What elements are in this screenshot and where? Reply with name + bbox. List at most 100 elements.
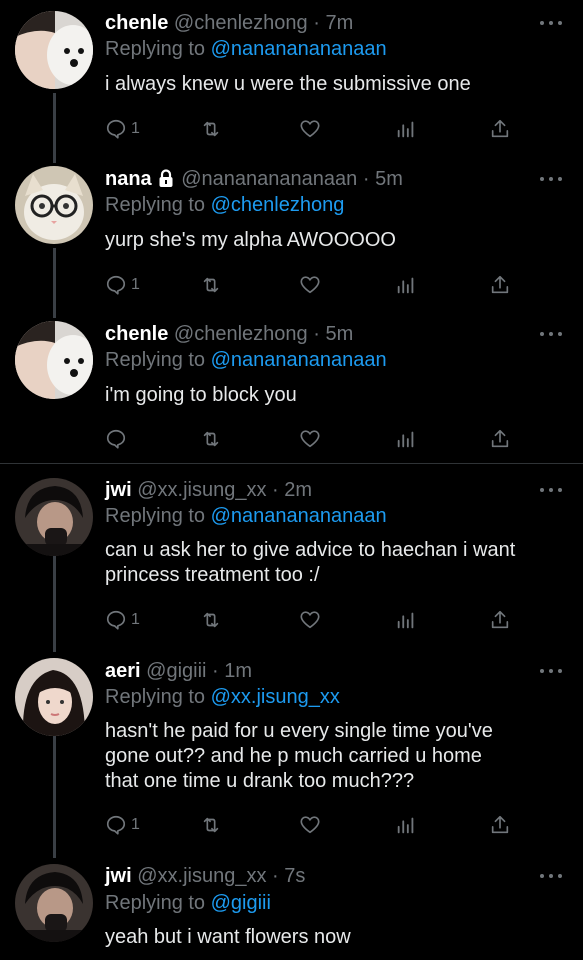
reply-count: 1	[131, 276, 140, 293]
like-button[interactable]	[299, 427, 321, 451]
replying-to: Replying to @nanananananaan	[105, 37, 387, 61]
timestamp[interactable]: 2m	[284, 479, 312, 501]
retweet-button[interactable]	[200, 608, 222, 632]
mention-link[interactable]: @chenlezhong	[211, 194, 345, 216]
tweet-text-line: that one time u drank too much???	[105, 770, 415, 792]
timestamp[interactable]: 7s	[284, 865, 305, 887]
share-button[interactable]	[489, 813, 511, 837]
tweet-text-line: gone out?? and he p much carried u home	[105, 745, 482, 767]
mention-link[interactable]: @nanananananaan	[211, 38, 387, 60]
avatar-white-puppy[interactable]	[15, 11, 93, 89]
avatar-dark-hair-person[interactable]	[15, 478, 93, 556]
retweet-button[interactable]	[200, 117, 222, 141]
more-options-icon[interactable]	[540, 330, 562, 338]
heart-icon	[300, 120, 320, 138]
tweet-header: jwi @xx.jisung_xx · 2m	[105, 478, 312, 502]
divider	[0, 463, 583, 464]
share-button[interactable]	[489, 117, 511, 141]
mention-link[interactable]: @xx.jisung_xx	[211, 686, 340, 708]
like-button[interactable]	[299, 273, 321, 297]
username[interactable]: @chenlezhong	[174, 323, 308, 345]
share-button[interactable]	[489, 608, 511, 632]
separator-dot: ·	[272, 865, 279, 887]
like-button[interactable]	[299, 608, 321, 632]
avatar-cat-with-glasses[interactable]	[15, 166, 93, 244]
reply-button[interactable]: 1	[105, 608, 140, 632]
share-icon	[491, 275, 509, 294]
display-name[interactable]: nana	[105, 168, 152, 190]
like-button[interactable]	[299, 813, 321, 837]
analytics-icon	[397, 817, 414, 834]
display-name[interactable]: aeri	[105, 660, 141, 682]
timestamp[interactable]: 5m	[375, 168, 403, 190]
thread-line	[53, 556, 56, 652]
share-button[interactable]	[489, 427, 511, 451]
timestamp[interactable]: 1m	[224, 660, 252, 682]
mention-link[interactable]: @nanananananaan	[211, 349, 387, 371]
display-name[interactable]: chenle	[105, 12, 168, 34]
replying-to-label: Replying to	[105, 686, 206, 708]
tweet-actions	[105, 427, 515, 451]
reply-button[interactable]: 1	[105, 117, 140, 141]
username[interactable]: @xx.jisung_xx	[137, 479, 266, 501]
heart-icon	[300, 430, 320, 448]
separator-dot: ·	[313, 12, 320, 34]
reply-button[interactable]: 1	[105, 813, 140, 837]
thread-line	[53, 736, 56, 858]
thread-line	[53, 93, 56, 163]
replying-to: Replying to @nanananananaan	[105, 504, 387, 528]
username[interactable]: @chenlezhong	[174, 12, 308, 34]
avatar-dark-hair-person[interactable]	[15, 864, 93, 942]
analytics-button[interactable]	[395, 273, 417, 297]
retweet-icon	[203, 431, 219, 447]
reply-icon	[106, 815, 126, 835]
avatar-woman-portrait[interactable]	[15, 658, 93, 736]
share-button[interactable]	[489, 273, 511, 297]
username[interactable]: @gigiii	[146, 660, 206, 682]
tweet-actions: 1	[105, 117, 515, 141]
separator-dot: ·	[362, 168, 370, 190]
tweet-actions: 1	[105, 608, 515, 632]
thread-line	[53, 248, 56, 318]
analytics-icon	[397, 431, 414, 448]
analytics-button[interactable]	[395, 427, 417, 451]
tweet-header: aeri @gigiii · 1m	[105, 659, 252, 683]
replying-to: Replying to @nanananananaan	[105, 348, 387, 372]
share-icon	[491, 119, 509, 138]
reply-icon	[106, 429, 126, 449]
display-name[interactable]: jwi	[105, 865, 132, 887]
replying-to: Replying to @xx.jisung_xx	[105, 685, 340, 709]
mention-link[interactable]: @nanananananaan	[211, 505, 387, 527]
more-options-icon[interactable]	[540, 872, 562, 880]
retweet-button[interactable]	[200, 427, 222, 451]
username[interactable]: @xx.jisung_xx	[137, 865, 266, 887]
more-options-icon[interactable]	[540, 19, 562, 27]
more-options-icon[interactable]	[540, 486, 562, 494]
timestamp[interactable]: 5m	[325, 323, 353, 345]
analytics-button[interactable]	[395, 608, 417, 632]
more-options-icon[interactable]	[540, 667, 562, 675]
lock-icon	[159, 169, 173, 187]
timestamp[interactable]: 7m	[325, 12, 353, 34]
tweet-header: chenle @chenlezhong · 5m	[105, 322, 353, 346]
tweet-text: hasn't he paid for u every single time y…	[105, 719, 570, 794]
tweet-text-line: hasn't he paid for u every single time y…	[105, 720, 493, 742]
retweet-button[interactable]	[200, 273, 222, 297]
reply-button[interactable]: 1	[105, 273, 140, 297]
heart-icon	[300, 611, 320, 629]
retweet-button[interactable]	[200, 813, 222, 837]
reply-button[interactable]	[105, 427, 127, 451]
display-name[interactable]: jwi	[105, 479, 132, 501]
analytics-button[interactable]	[395, 117, 417, 141]
username[interactable]: @nanananananaan	[181, 168, 357, 190]
mention-link[interactable]: @gigiii	[211, 892, 271, 914]
tweet-actions: 1	[105, 813, 515, 837]
like-button[interactable]	[299, 117, 321, 141]
analytics-button[interactable]	[395, 813, 417, 837]
separator-dot: ·	[272, 479, 279, 501]
reply-count: 1	[131, 816, 140, 833]
avatar-white-puppy[interactable]	[15, 321, 93, 399]
retweet-icon	[203, 121, 219, 137]
display-name[interactable]: chenle	[105, 323, 168, 345]
more-options-icon[interactable]	[540, 175, 562, 183]
